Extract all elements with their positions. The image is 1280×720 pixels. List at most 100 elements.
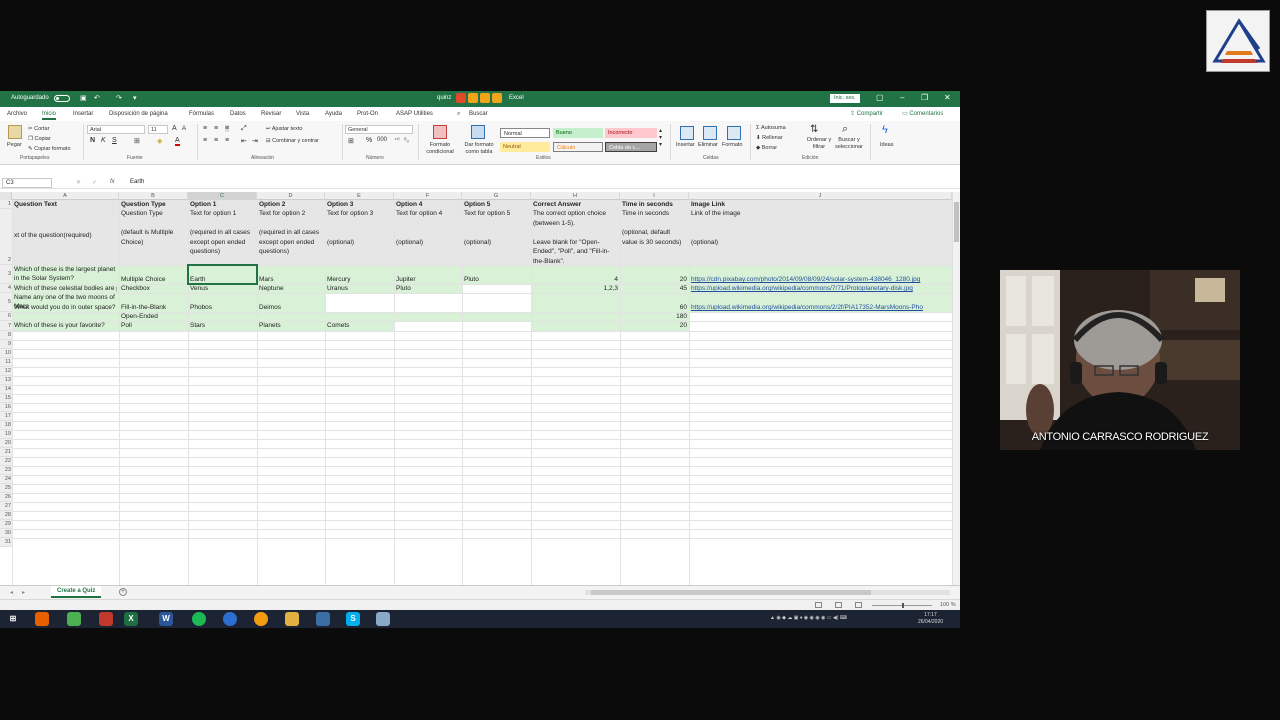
undo-icon[interactable]: ↶ (94, 94, 100, 102)
orientation-icon[interactable]: ⤢ (241, 125, 247, 133)
page-break-icon[interactable] (855, 602, 862, 608)
conditional-format-icon[interactable] (433, 125, 447, 139)
row-header[interactable]: 13 (0, 376, 12, 385)
row-header[interactable]: 25 (0, 484, 12, 493)
comma-icon[interactable]: 000 (377, 137, 387, 143)
sheet-tab-create-quiz[interactable]: Create a Quiz (51, 586, 102, 598)
row-header[interactable]: 17 (0, 412, 12, 421)
cell[interactable] (464, 321, 529, 331)
ideas-icon[interactable]: ϟ (882, 124, 888, 136)
cell[interactable]: Open-Ended (121, 312, 186, 321)
increase-indent-icon[interactable]: ⇥ (252, 137, 258, 145)
align-left-icon[interactable]: ≡ (203, 137, 207, 144)
align-middle-icon[interactable]: ≡ (214, 125, 218, 132)
cell[interactable]: Correct Answer (533, 200, 618, 209)
comments-button[interactable]: ▭ Comentarios (902, 110, 943, 117)
row-header[interactable]: 18 (0, 421, 12, 430)
selected-cell-c3[interactable] (187, 264, 258, 285)
row-header[interactable]: 15 (0, 394, 12, 403)
cell[interactable]: Venus (190, 284, 255, 293)
row-header[interactable]: 8 (0, 331, 12, 340)
system-tray[interactable]: ▲ ◉ ◆ ☁ ▣ ♦ ◉ ◉ ◉ ◉ ▭ ◀) ⌨ (770, 615, 847, 621)
row-header[interactable]: 9 (0, 340, 12, 349)
row-header[interactable]: 4 (0, 284, 12, 293)
cell[interactable]: Which of these celestial bodies are plan… (14, 284, 117, 293)
minimize-button[interactable]: – (900, 93, 904, 102)
cell[interactable]: Pluto (464, 265, 529, 284)
cell[interactable] (396, 293, 460, 312)
cell[interactable]: Pluto (396, 284, 460, 293)
page-layout-icon[interactable] (835, 602, 842, 608)
cell[interactable]: 4 (533, 265, 618, 284)
insert-cells-icon[interactable] (680, 126, 694, 140)
name-box[interactable]: C3 (2, 178, 52, 188)
merge-center-button[interactable]: ⊟ Combinar y centrar (266, 138, 319, 144)
underline-icon[interactable]: S (112, 137, 117, 144)
zoom-level[interactable]: 100 % (940, 602, 956, 608)
row-header[interactable]: 26 (0, 493, 12, 502)
align-right-icon[interactable]: ≡ (225, 137, 229, 144)
row-header[interactable]: 10 (0, 349, 12, 358)
column-header[interactable]: D (257, 192, 325, 200)
italic-icon[interactable]: K (101, 137, 106, 144)
row-header[interactable]: 14 (0, 385, 12, 394)
cell[interactable]: Time in seconds (optional, default value… (622, 209, 687, 265)
sort-filter-icon[interactable]: ⇅ (810, 124, 818, 135)
cells-area[interactable]: Question Text Question Type Option 1 Option… (12, 200, 952, 628)
cell[interactable]: xt of the question(required) (14, 209, 117, 265)
cell[interactable]: Option 4 (396, 200, 460, 209)
cell[interactable]: Time in seconds (622, 200, 687, 209)
row-header[interactable]: 30 (0, 529, 12, 538)
decrease-indent-icon[interactable]: ⇤ (241, 137, 247, 145)
customize-toolbar-icon[interactable]: ▾ (133, 94, 137, 102)
cell[interactable]: 45 (622, 284, 687, 293)
cell[interactable] (327, 312, 392, 321)
row-header[interactable]: 5 (0, 293, 12, 312)
vertical-scrollbar[interactable] (952, 192, 960, 628)
font-name-select[interactable]: Arial (87, 125, 145, 134)
find-select-icon[interactable]: ⌕ (842, 123, 848, 136)
bold-icon[interactable]: N (90, 137, 95, 144)
cell[interactable]: Option 3 (327, 200, 392, 209)
align-bottom-icon[interactable]: ≡ (225, 125, 230, 132)
cell[interactable]: 20 (622, 321, 687, 331)
next-sheet-icon[interactable]: ▸ (22, 589, 25, 596)
autosave-toggle[interactable] (54, 95, 70, 102)
align-top-icon[interactable]: ≡ (203, 125, 207, 132)
cell[interactable] (533, 293, 618, 312)
cell[interactable]: Poll (121, 321, 186, 331)
tab-vista[interactable]: Vista (296, 111, 309, 117)
tab-datos[interactable]: Datos (230, 111, 246, 117)
row-header[interactable]: 22 (0, 457, 12, 466)
insert-function-icon[interactable]: fx (110, 179, 115, 185)
close-button[interactable]: ✕ (944, 93, 951, 102)
copy-button[interactable]: ❐ Copiar (28, 136, 51, 142)
tab-asap[interactable]: ASAP Utilities (396, 111, 433, 117)
cell[interactable]: https://cdn.pixabay.com/photo/2014/09/08… (691, 265, 950, 284)
prev-sheet-icon[interactable]: ◂ (10, 589, 13, 596)
confirm-formula-icon[interactable]: ✓ (92, 179, 97, 186)
cell[interactable]: Option 5 (464, 200, 529, 209)
cell[interactable]: Image Link (691, 200, 950, 209)
cell[interactable]: Link of the image (optional) (691, 209, 950, 265)
increase-decimal-icon[interactable]: ⁺⁰ (394, 137, 400, 144)
clock[interactable]: 17:17 26/04/2020 (918, 612, 943, 625)
delete-cells-icon[interactable] (703, 126, 717, 140)
cell[interactable]: Neptune (259, 284, 323, 293)
skype-icon[interactable]: S (346, 612, 360, 626)
restore-button[interactable]: ❐ (921, 93, 928, 102)
number-format-select[interactable]: General (345, 125, 413, 134)
styles-scroll-icon[interactable]: ▴ ▾ ▾ (659, 127, 662, 148)
column-header[interactable]: E (325, 192, 394, 200)
cell[interactable]: Mars (259, 265, 323, 284)
row-header[interactable]: 23 (0, 466, 12, 475)
row-header[interactable]: 31 (0, 538, 12, 547)
tab-disposicion[interactable]: Disposición de página (109, 111, 168, 117)
redo-icon[interactable]: ↷ (116, 94, 122, 102)
cancel-formula-icon[interactable]: ✕ (76, 179, 81, 186)
cut-button[interactable]: ✂ Cortar (28, 126, 49, 132)
cell[interactable] (190, 312, 255, 321)
row-header[interactable]: 21 (0, 448, 12, 457)
hscroll-thumb[interactable] (591, 590, 871, 595)
tab-inicio[interactable]: Inicio (42, 111, 57, 120)
